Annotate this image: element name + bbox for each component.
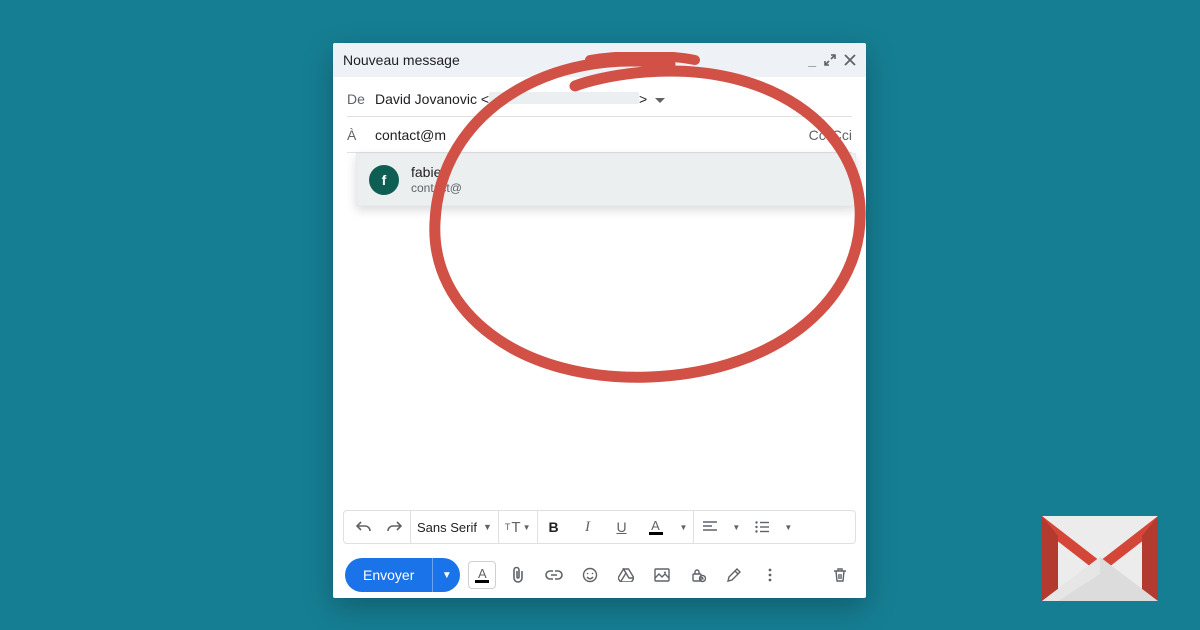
text-size-icon[interactable]: TT ▼ (505, 511, 531, 543)
chevron-down-icon: ▼ (732, 523, 740, 532)
italic-button[interactable]: I (578, 511, 598, 543)
from-label: De (347, 91, 367, 107)
pen-icon[interactable] (720, 561, 748, 589)
from-value: David Jovanovic <> (375, 91, 647, 107)
redo-icon[interactable] (384, 511, 404, 543)
expand-icon[interactable] (824, 54, 836, 66)
contact-suggestion-item[interactable]: f fabien contact@ (357, 154, 855, 205)
emoji-icon[interactable] (576, 561, 604, 589)
redacted-domain (466, 183, 586, 193)
image-icon[interactable] (648, 561, 676, 589)
list-button[interactable] (752, 511, 772, 543)
align-button[interactable] (700, 511, 720, 543)
window-controls: _ (808, 53, 856, 67)
link-icon[interactable] (540, 561, 568, 589)
compose-window: Nouveau message _ De David Jovanovic <> (333, 43, 866, 598)
chevron-down-icon: ▼ (784, 523, 792, 532)
underline-button[interactable]: U (612, 511, 632, 543)
font-family-select[interactable]: Sans Serif ▼ (417, 520, 492, 535)
compose-titlebar[interactable]: Nouveau message _ (333, 43, 866, 77)
to-row[interactable]: À contact@m Cc Cci (347, 117, 852, 153)
confidential-lock-icon[interactable] (684, 561, 712, 589)
contact-suggestions: f fabien contact@ (356, 153, 856, 206)
from-row[interactable]: De David Jovanovic <> (347, 81, 852, 117)
minimize-icon[interactable]: _ (808, 53, 816, 67)
send-button-group: Envoyer ▼ (345, 558, 460, 592)
message-body[interactable] (333, 153, 866, 510)
chevron-down-icon: ▼ (523, 523, 531, 532)
compose-title: Nouveau message (343, 52, 460, 68)
suggestion-name: fabien (411, 164, 586, 181)
cc-button[interactable]: Cc (809, 127, 826, 143)
send-toolbar: Envoyer ▼ A (333, 552, 866, 598)
more-icon[interactable] (756, 561, 784, 589)
suggestion-info: fabien contact@ (411, 164, 586, 195)
attach-icon[interactable] (504, 561, 532, 589)
from-chevron-down-icon[interactable] (655, 91, 665, 107)
send-more-button[interactable]: ▼ (432, 558, 460, 592)
gmail-logo-icon (1040, 511, 1160, 606)
formatting-toggle-button[interactable]: A (468, 561, 496, 589)
close-icon[interactable] (844, 54, 856, 66)
formatting-toolbar: Sans Serif ▼ TT ▼ B I U A ▼ ▼ (343, 510, 856, 544)
chevron-down-icon: ▼ (680, 523, 688, 532)
suggestion-email: contact@ (411, 181, 586, 195)
drive-icon[interactable] (612, 561, 640, 589)
to-input[interactable]: contact@m (375, 127, 446, 143)
trash-icon[interactable] (826, 561, 854, 589)
text-color-button[interactable]: A (646, 511, 666, 543)
avatar: f (369, 165, 399, 195)
redacted-email (489, 92, 639, 104)
compose-fields: De David Jovanovic <> À contact@m Cc Cci (333, 77, 866, 153)
bold-button[interactable]: B (544, 511, 564, 543)
send-button[interactable]: Envoyer (345, 558, 432, 592)
to-label: À (347, 127, 367, 143)
bcc-button[interactable]: Cci (832, 127, 852, 143)
undo-icon[interactable] (354, 511, 374, 543)
chevron-down-icon: ▼ (483, 522, 492, 532)
